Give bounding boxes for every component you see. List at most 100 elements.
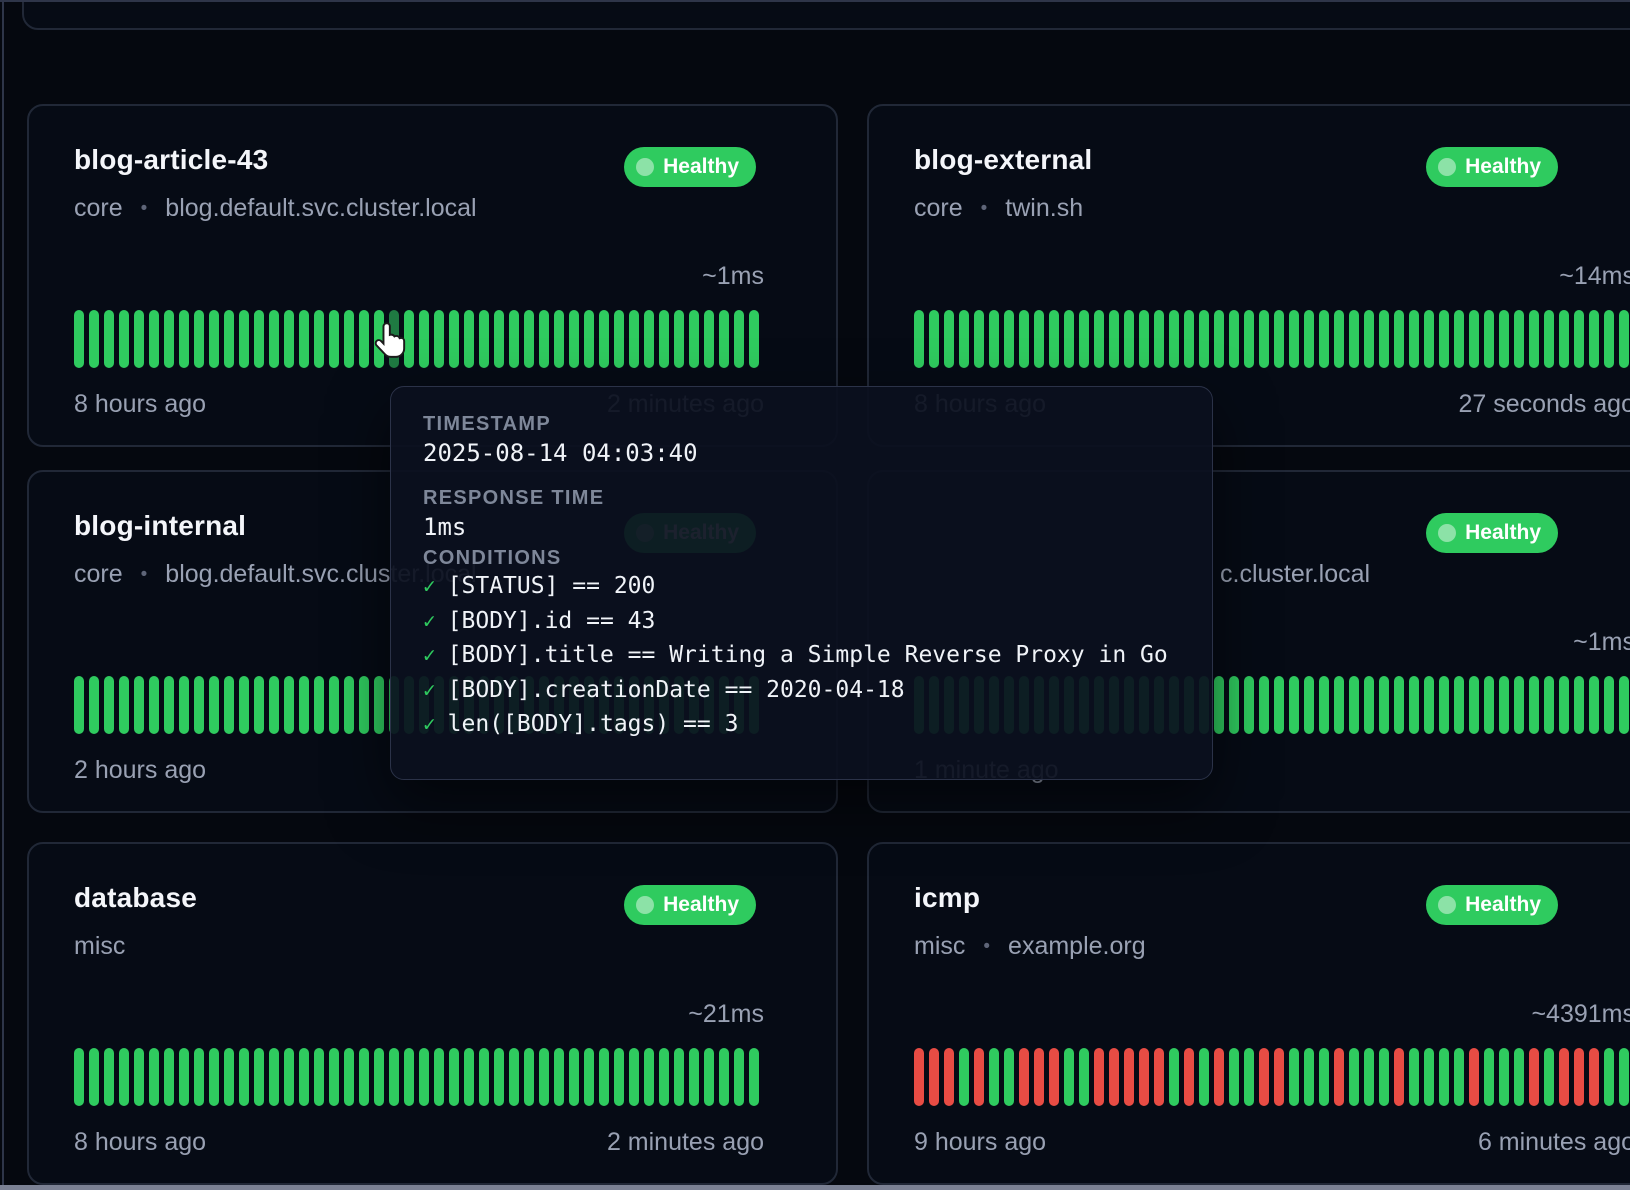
health-bar-ok[interactable] (524, 1048, 534, 1106)
health-bar-ok[interactable] (419, 310, 429, 368)
health-bar-ok[interactable] (569, 310, 579, 368)
health-bar-ok[interactable] (269, 310, 279, 368)
health-bar-ok[interactable] (449, 310, 459, 368)
health-bar-failed[interactable] (1394, 1048, 1404, 1106)
health-bar-ok[interactable] (1049, 310, 1059, 368)
health-bar-ok[interactable] (1469, 310, 1479, 368)
health-bar-ok[interactable] (1559, 310, 1569, 368)
health-bar-ok[interactable] (1499, 676, 1509, 734)
health-bar-ok[interactable] (494, 310, 504, 368)
health-bar-ok[interactable] (1094, 310, 1104, 368)
health-bar-ok[interactable] (299, 310, 309, 368)
health-bar-ok[interactable] (944, 310, 954, 368)
health-bar-ok[interactable] (119, 676, 129, 734)
health-bar-failed[interactable] (1529, 1048, 1539, 1106)
health-bar-ok[interactable] (89, 1048, 99, 1106)
health-bar-ok[interactable] (1619, 1048, 1629, 1106)
health-bar-ok[interactable] (1529, 676, 1539, 734)
health-bar-ok[interactable] (314, 1048, 324, 1106)
health-bar-ok[interactable] (629, 310, 639, 368)
health-bar-ok[interactable] (1514, 1048, 1524, 1106)
health-bar-ok[interactable] (1334, 310, 1344, 368)
health-bar-failed[interactable] (1559, 1048, 1569, 1106)
health-bar-ok[interactable] (224, 1048, 234, 1106)
health-bar-ok[interactable] (494, 1048, 504, 1106)
health-bar-ok[interactable] (164, 1048, 174, 1106)
health-bar-failed[interactable] (1574, 1048, 1584, 1106)
health-bar-failed[interactable] (1184, 1048, 1194, 1106)
health-bar-ok[interactable] (1484, 1048, 1494, 1106)
health-bar-ok[interactable] (344, 310, 354, 368)
health-bar-ok[interactable] (1604, 310, 1614, 368)
health-bar-ok[interactable] (254, 310, 264, 368)
health-bar-ok[interactable] (1004, 1048, 1014, 1106)
health-bar-ok[interactable] (374, 676, 384, 734)
health-bar-ok[interactable] (224, 676, 234, 734)
health-bar-ok[interactable] (959, 310, 969, 368)
health-bar-ok[interactable] (1304, 1048, 1314, 1106)
health-bar-ok[interactable] (1124, 310, 1134, 368)
health-bar-ok[interactable] (1604, 676, 1614, 734)
health-bar-ok[interactable] (509, 310, 519, 368)
health-bar-failed[interactable] (1259, 1048, 1269, 1106)
health-bar-ok[interactable] (629, 1048, 639, 1106)
health-bar-ok[interactable] (149, 1048, 159, 1106)
health-bar-ok[interactable] (524, 310, 534, 368)
health-bar-ok[interactable] (1289, 310, 1299, 368)
health-bar-ok[interactable] (389, 1048, 399, 1106)
health-bar-ok[interactable] (1319, 310, 1329, 368)
health-bar-ok[interactable] (1574, 310, 1584, 368)
health-bar-ok[interactable] (344, 1048, 354, 1106)
health-bar-ok[interactable] (1424, 1048, 1434, 1106)
health-bar-ok[interactable] (539, 1048, 549, 1106)
health-bar-ok[interactable] (104, 676, 114, 734)
health-bar-failed[interactable] (1469, 1048, 1479, 1106)
health-bar-ok[interactable] (1619, 676, 1629, 734)
health-bar-ok[interactable] (1214, 310, 1224, 368)
health-bar-ok[interactable] (914, 310, 924, 368)
health-bar-failed[interactable] (1109, 1048, 1119, 1106)
health-bar-ok[interactable] (1364, 1048, 1374, 1106)
service-card[interactable]: databasemiscHealthy~21ms8 hours ago2 min… (27, 842, 838, 1185)
health-bar-ok[interactable] (314, 310, 324, 368)
health-bar-ok[interactable] (359, 676, 369, 734)
health-bar-failed[interactable] (929, 1048, 939, 1106)
health-bar-ok[interactable] (554, 1048, 564, 1106)
health-bar-ok[interactable] (1409, 310, 1419, 368)
health-bar-ok[interactable] (1349, 310, 1359, 368)
health-bar-ok[interactable] (404, 1048, 414, 1106)
health-bar-ok[interactable] (1259, 310, 1269, 368)
health-bar-ok[interactable] (989, 310, 999, 368)
health-bar-ok[interactable] (1424, 310, 1434, 368)
health-bar-ok[interactable] (239, 310, 249, 368)
health-bar-ok[interactable] (1574, 676, 1584, 734)
health-bar-ok[interactable] (749, 1048, 759, 1106)
health-bar-ok[interactable] (1394, 676, 1404, 734)
health-bar-ok[interactable] (284, 676, 294, 734)
health-bar-failed[interactable] (1124, 1048, 1134, 1106)
health-bar-ok[interactable] (1544, 310, 1554, 368)
health-bar-ok[interactable] (134, 310, 144, 368)
health-bar-ok[interactable] (1514, 676, 1524, 734)
health-bar-ok[interactable] (1169, 1048, 1179, 1106)
health-bar-ok[interactable] (1604, 1048, 1614, 1106)
health-bar-ok[interactable] (269, 676, 279, 734)
health-bar-ok[interactable] (314, 676, 324, 734)
health-bar-ok[interactable] (1064, 1048, 1074, 1106)
health-bar-ok[interactable] (74, 1048, 84, 1106)
health-bar-ok[interactable] (539, 310, 549, 368)
health-bar-ok[interactable] (734, 310, 744, 368)
health-bar-ok[interactable] (209, 310, 219, 368)
health-bar-ok[interactable] (194, 310, 204, 368)
health-bar-ok[interactable] (689, 310, 699, 368)
health-bar-ok[interactable] (554, 310, 564, 368)
health-bar-ok[interactable] (1109, 310, 1119, 368)
health-bar-ok[interactable] (1334, 676, 1344, 734)
health-bar-ok[interactable] (329, 1048, 339, 1106)
health-bar-ok[interactable] (584, 1048, 594, 1106)
health-bar-ok[interactable] (374, 1048, 384, 1106)
health-bar-failed[interactable] (1019, 1048, 1029, 1106)
health-bar-ok[interactable] (689, 1048, 699, 1106)
health-bar-ok[interactable] (464, 310, 474, 368)
health-bar-ok[interactable] (719, 310, 729, 368)
